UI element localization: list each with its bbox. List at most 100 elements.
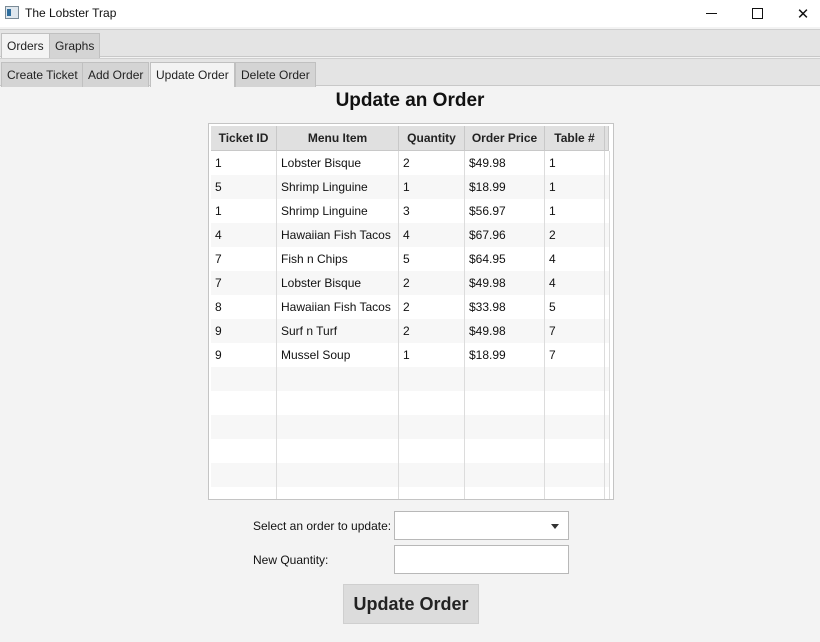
- cell-filler: [605, 319, 610, 343]
- cell-table-number: [545, 391, 605, 415]
- cell-quantity: [399, 391, 465, 415]
- tab-create-ticket[interactable]: Create Ticket: [1, 62, 84, 87]
- cell-ticket-id: 1: [211, 151, 277, 175]
- cell-ticket-id: [211, 367, 277, 391]
- table-row[interactable]: 1 Shrimp Linguine 3 $56.97 1: [211, 199, 610, 223]
- cell-quantity: 2: [399, 271, 465, 295]
- cell-filler: [605, 415, 610, 439]
- column-header-ticket-id[interactable]: Ticket ID: [211, 126, 277, 151]
- cell-order-price: [465, 439, 545, 463]
- sub-tab-strip: Create Ticket Add Order Update Order Del…: [0, 58, 820, 87]
- empty-table-row[interactable]: [211, 367, 610, 391]
- title-bar: The Lobster Trap ✕: [0, 0, 820, 27]
- table-row[interactable]: 8 Hawaiian Fish Tacos 2 $33.98 5: [211, 295, 610, 319]
- cell-table-number: 5: [545, 295, 605, 319]
- cell-menu-item: Surf n Turf: [277, 319, 399, 343]
- cell-menu-item: Hawaiian Fish Tacos: [277, 223, 399, 247]
- cell-quantity: 4: [399, 223, 465, 247]
- cell-quantity: 2: [399, 319, 465, 343]
- table-row[interactable]: 9 Mussel Soup 1 $18.99 7: [211, 343, 610, 367]
- cell-menu-item: [277, 367, 399, 391]
- cell-ticket-id: [211, 463, 277, 487]
- empty-table-row[interactable]: [211, 487, 610, 499]
- column-header-table-number[interactable]: Table #: [545, 126, 605, 151]
- cell-filler: [605, 199, 610, 223]
- cell-table-number: 4: [545, 271, 605, 295]
- tab-delete-order[interactable]: Delete Order: [235, 62, 316, 87]
- table-row[interactable]: 1 Lobster Bisque 2 $49.98 1: [211, 151, 610, 175]
- empty-table-row[interactable]: [211, 439, 610, 463]
- cell-table-number: 1: [545, 175, 605, 199]
- cell-table-number: [545, 487, 605, 499]
- cell-order-price: [465, 415, 545, 439]
- cell-table-number: [545, 367, 605, 391]
- cell-filler: [605, 247, 610, 271]
- tab-orders[interactable]: Orders: [1, 33, 50, 58]
- cell-ticket-id: [211, 415, 277, 439]
- minimize-button[interactable]: [688, 0, 734, 27]
- cell-table-number: 2: [545, 223, 605, 247]
- cell-quantity: 2: [399, 295, 465, 319]
- new-quantity-input[interactable]: [394, 545, 569, 574]
- cell-ticket-id: [211, 487, 277, 499]
- cell-table-number: [545, 439, 605, 463]
- main-tab-strip: Orders Graphs: [0, 29, 820, 58]
- cell-filler: [605, 223, 610, 247]
- chevron-down-icon[interactable]: [551, 524, 559, 529]
- table-row[interactable]: 5 Shrimp Linguine 1 $18.99 1: [211, 175, 610, 199]
- cell-table-number: [545, 415, 605, 439]
- maximize-icon: [751, 8, 763, 19]
- maximize-button[interactable]: [734, 0, 780, 27]
- cell-filler: [605, 175, 610, 199]
- cell-menu-item: Shrimp Linguine: [277, 199, 399, 223]
- column-header-menu-item[interactable]: Menu Item: [277, 126, 399, 151]
- cell-ticket-id: 1: [211, 199, 277, 223]
- column-header-filler: [605, 126, 609, 151]
- new-quantity-label: New Quantity:: [253, 553, 329, 567]
- close-button[interactable]: ✕: [780, 0, 820, 27]
- cell-order-price: $64.95: [465, 247, 545, 271]
- table-row[interactable]: 7 Fish n Chips 5 $64.95 4: [211, 247, 610, 271]
- tab-update-order[interactable]: Update Order: [150, 62, 235, 87]
- cell-ticket-id: 9: [211, 319, 277, 343]
- orders-table[interactable]: Ticket ID Menu Item Quantity Order Price…: [208, 123, 614, 500]
- tab-add-order[interactable]: Add Order: [82, 62, 150, 87]
- cell-table-number: [545, 463, 605, 487]
- update-order-button[interactable]: Update Order: [343, 584, 479, 624]
- column-header-quantity[interactable]: Quantity: [399, 126, 465, 151]
- cell-menu-item: Fish n Chips: [277, 247, 399, 271]
- column-header-order-price[interactable]: Order Price: [465, 126, 545, 151]
- cell-quantity: 1: [399, 175, 465, 199]
- table-row[interactable]: 9 Surf n Turf 2 $49.98 7: [211, 319, 610, 343]
- cell-order-price: $49.98: [465, 319, 545, 343]
- cell-table-number: 7: [545, 319, 605, 343]
- cell-ticket-id: 7: [211, 271, 277, 295]
- cell-menu-item: Shrimp Linguine: [277, 175, 399, 199]
- cell-order-price: $18.99: [465, 343, 545, 367]
- cell-quantity: 5: [399, 247, 465, 271]
- table-header: Ticket ID Menu Item Quantity Order Price…: [211, 126, 609, 151]
- tab-graphs[interactable]: Graphs: [49, 33, 101, 58]
- window-title: The Lobster Trap: [25, 6, 117, 20]
- cell-ticket-id: 7: [211, 247, 277, 271]
- cell-order-price: $67.96: [465, 223, 545, 247]
- cell-table-number: 7: [545, 343, 605, 367]
- cell-ticket-id: 8: [211, 295, 277, 319]
- empty-table-row[interactable]: [211, 415, 610, 439]
- cell-filler: [605, 463, 610, 487]
- cell-menu-item: Hawaiian Fish Tacos: [277, 295, 399, 319]
- order-select[interactable]: [394, 511, 569, 540]
- cell-menu-item: [277, 487, 399, 499]
- cell-quantity: 1: [399, 343, 465, 367]
- cell-order-price: $18.99: [465, 175, 545, 199]
- cell-filler: [605, 343, 610, 367]
- cell-filler: [605, 367, 610, 391]
- table-row[interactable]: 7 Lobster Bisque 2 $49.98 4: [211, 271, 610, 295]
- empty-table-row[interactable]: [211, 463, 610, 487]
- empty-table-row[interactable]: [211, 391, 610, 415]
- select-order-label: Select an order to update:: [253, 519, 392, 533]
- table-row[interactable]: 4 Hawaiian Fish Tacos 4 $67.96 2: [211, 223, 610, 247]
- cell-ticket-id: [211, 439, 277, 463]
- cell-menu-item: Lobster Bisque: [277, 271, 399, 295]
- cell-ticket-id: 5: [211, 175, 277, 199]
